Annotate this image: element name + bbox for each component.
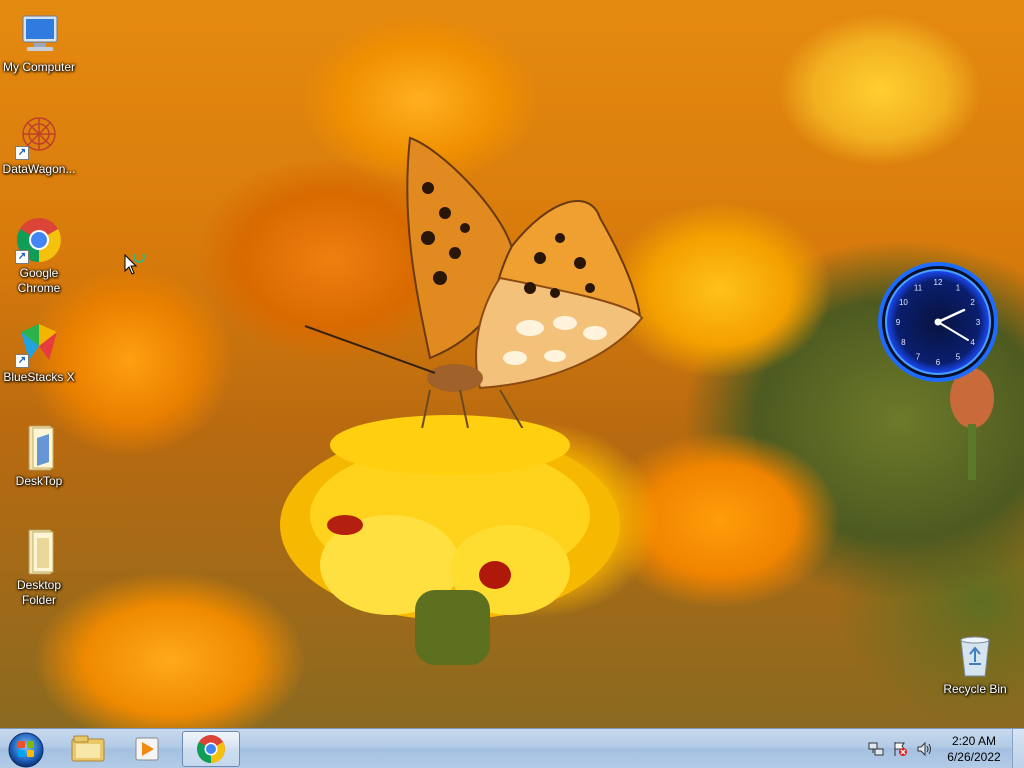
taskbar-chrome-button[interactable]: [182, 731, 240, 767]
clock-numeral: 2: [970, 298, 975, 307]
windows-orb-icon: [8, 732, 44, 768]
desktop-wallpaper[interactable]: [0, 0, 1024, 728]
desktop-icon-label: Google Chrome: [17, 266, 61, 295]
desktop-icon-bluestacks[interactable]: ↗ BlueStacks X: [0, 320, 78, 385]
clock-numeral: 7: [916, 353, 921, 362]
folder-icon: [15, 528, 63, 576]
shortcut-arrow-icon: ↗: [15, 146, 29, 160]
clock-numeral: 6: [936, 358, 941, 367]
mouse-cursor-icon: [124, 254, 145, 275]
desktop-icon-label: Recycle Bin: [943, 682, 1007, 696]
bluestacks-icon: ↗: [15, 320, 63, 368]
explorer-icon: [71, 735, 105, 762]
show-desktop-button[interactable]: [1012, 729, 1024, 768]
shortcut-arrow-icon: ↗: [15, 354, 29, 368]
network-icon[interactable]: [868, 741, 884, 757]
desktop-icon-desktop-folder-1[interactable]: DeskTop: [0, 424, 78, 489]
clock-numeral: 10: [899, 298, 908, 307]
desktop-icon-label: DeskTop: [15, 474, 63, 488]
clock-numeral: 3: [976, 318, 981, 327]
desktop-icon-my-computer[interactable]: My Computer: [0, 10, 78, 75]
clock-numeral: 4: [970, 338, 975, 347]
speaker-icon[interactable]: [916, 741, 932, 757]
recycle-bin-icon: [951, 632, 999, 680]
desktop-icon-label: DataWagon...: [2, 162, 76, 176]
clock-gadget[interactable]: 12 12 3 45 6 7 8 9 10 11: [876, 260, 1000, 384]
tray-date: 6/26/2022: [947, 750, 1001, 764]
marigold-flower: [280, 415, 620, 665]
taskbar-media-player-button[interactable]: [120, 731, 176, 767]
desktop-icon-label: BlueStacks X: [3, 370, 75, 384]
desktop-icon-recycle-bin[interactable]: Recycle Bin: [936, 632, 1014, 697]
butterfly: [304, 136, 644, 428]
media-player-icon: [135, 737, 159, 761]
chrome-icon: [197, 735, 225, 763]
clock-numeral: 8: [901, 338, 906, 347]
tray-time: 2:20 AM: [951, 734, 997, 748]
desktop-icon-google-chrome[interactable]: ↗ Google Chrome: [0, 216, 78, 296]
clock-numeral: 9: [896, 318, 901, 327]
datawagon-icon: ↗: [15, 112, 63, 160]
tray-clock[interactable]: 2:20 AM 6/26/2022: [940, 733, 1008, 765]
desktop-icon-datawagon[interactable]: ↗ DataWagon...: [0, 112, 78, 177]
action-center-flag-icon[interactable]: [892, 741, 908, 757]
desktop-icon-label: My Computer: [2, 60, 76, 74]
clock-numeral: 11: [914, 283, 923, 292]
clock-numeral: 1: [956, 283, 961, 292]
shortcut-arrow-icon: ↗: [15, 250, 29, 264]
clock-numeral: 5: [956, 353, 961, 362]
system-tray: 2:20 AM 6/26/2022: [862, 729, 1024, 768]
desktop-icon-label: Desktop Folder: [16, 578, 62, 607]
start-button[interactable]: [6, 730, 46, 768]
taskbar-explorer-button[interactable]: [60, 731, 116, 767]
chrome-icon: ↗: [15, 216, 63, 264]
desktop-icon-desktop-folder-2[interactable]: Desktop Folder: [0, 528, 78, 608]
clock-numeral: 12: [934, 278, 943, 287]
computer-icon: [15, 10, 63, 58]
taskbar: 2:20 AM 6/26/2022: [0, 728, 1024, 768]
folder-icon: [15, 424, 63, 472]
